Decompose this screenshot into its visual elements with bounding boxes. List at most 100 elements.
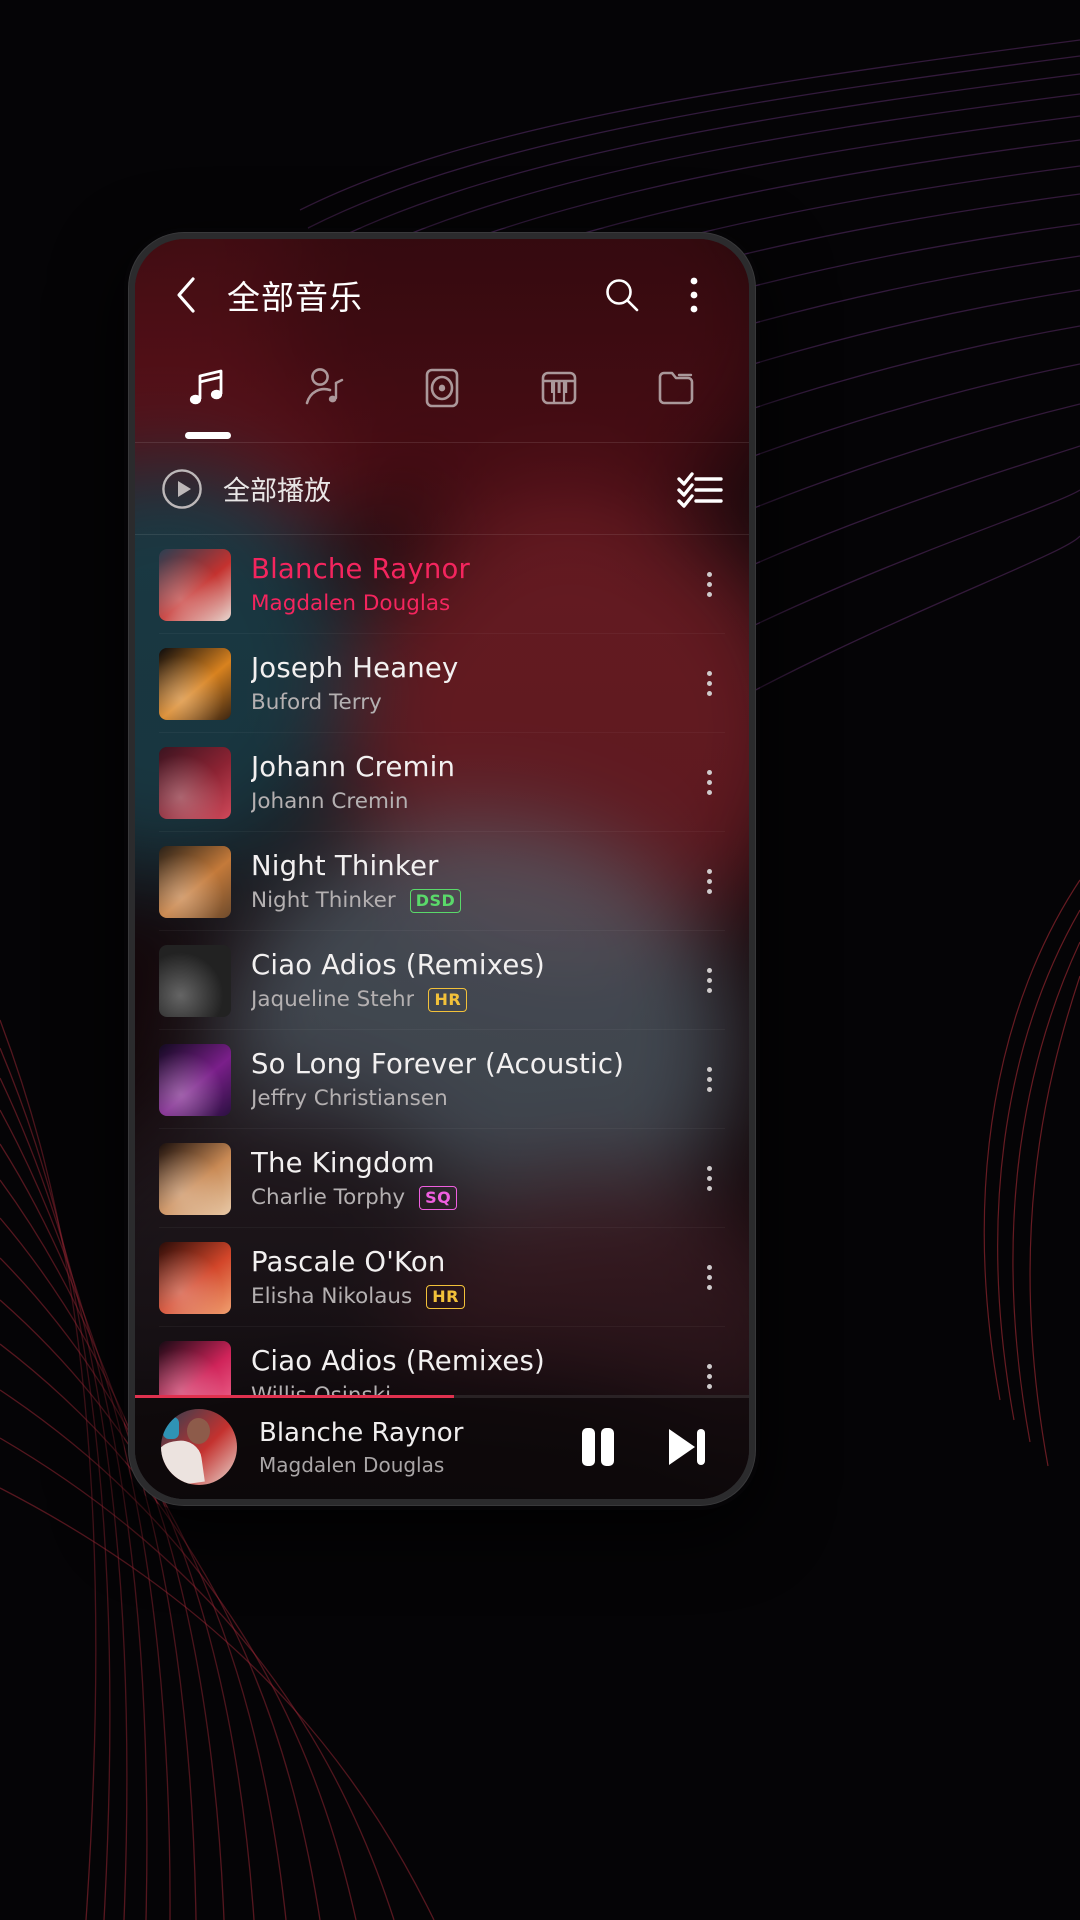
now-playing-title: Blanche Raynor [259,1417,464,1448]
song-meta: So Long Forever (Acoustic) Jeffry Christi… [251,1048,661,1111]
song-row[interactable]: Pascale O'Kon Elisha Nikolaus HR [135,1228,749,1327]
piano-keys-icon [534,363,584,418]
song-artist: Jeffry Christiansen [251,1086,448,1111]
song-row[interactable]: Night Thinker Night Thinker DSD [135,832,749,931]
checklist-icon[interactable] [677,469,723,509]
song-title: Ciao Adios (Remixes) [251,949,545,981]
song-more-icon[interactable] [681,1045,737,1115]
tab-folders[interactable] [618,357,735,443]
song-more-icon[interactable] [681,1342,737,1396]
album-art [159,1340,231,1395]
page-title: 全部音乐 [227,278,363,317]
quality-badge: SQ [419,1185,458,1210]
mini-progress-fill [135,1395,455,1398]
song-more-icon[interactable] [681,1243,737,1313]
more-vertical-icon [706,770,712,795]
song-row[interactable]: So Long Forever (Acoustic) Jeffry Christi… [135,1030,749,1129]
album-art [159,746,231,819]
song-title: Blanche Raynor [251,553,470,585]
song-more-icon[interactable] [681,946,737,1016]
song-row[interactable]: The Kingdom Charlie Torphy SQ [135,1129,749,1228]
song-subline: Johann Cremin [251,789,661,814]
more-vertical-icon [706,869,712,894]
song-title: Joseph Heaney [251,652,459,684]
song-subline: Buford Terry [251,690,661,715]
quality-badge: HR [426,1284,465,1309]
song-row[interactable]: Blanche Raynor Magdalen Douglas [135,535,749,634]
song-title: So Long Forever (Acoustic) [251,1048,625,1080]
song-more-icon[interactable] [681,550,737,620]
song-artist: Elisha Nikolaus [251,1284,413,1309]
search-icon[interactable] [595,268,649,322]
song-more-icon[interactable] [681,847,737,917]
chevron-left-icon[interactable] [163,272,209,318]
music-note-icon [183,363,233,418]
song-meta: Night Thinker Night Thinker DSD [251,850,661,913]
album-art [159,647,231,720]
album-disc-icon [417,363,467,418]
play-all-label: 全部播放 [223,476,331,507]
quality-badge: DSD [409,888,462,913]
song-meta: The Kingdom Charlie Torphy SQ [251,1147,661,1210]
song-more-icon[interactable] [681,1144,737,1214]
pause-icon[interactable] [565,1414,631,1480]
phone-screen: 全部音乐 全部播放 Blanche Raynor Magdalen Dougla… [135,239,749,1499]
song-artist: Johann Cremin [251,789,409,814]
phone-frame: 全部音乐 全部播放 Blanche Raynor Magdalen Dougla… [128,232,756,1506]
more-vertical-icon [706,671,712,696]
tab-divider [135,442,749,443]
tab-albums[interactable] [383,357,500,443]
app-bar: 全部音乐 [135,239,749,351]
song-more-icon[interactable] [681,748,737,818]
more-vertical-icon [706,1166,712,1191]
song-title: The Kingdom [251,1147,435,1179]
now-playing-avatar[interactable] [161,1409,237,1485]
song-title: Johann Cremin [251,751,456,783]
mini-player[interactable]: Blanche Raynor Magdalen Douglas [135,1395,749,1499]
album-art [159,944,231,1017]
song-row[interactable]: Joseph Heaney Buford Terry [135,634,749,733]
tab-strip [135,351,749,443]
song-row[interactable]: Ciao Adios (Remixes) Willis Osinski [135,1327,749,1395]
song-row[interactable]: Johann Cremin Johann Cremin [135,733,749,832]
album-art [159,1241,231,1314]
album-art [159,845,231,918]
song-artist: Charlie Torphy [251,1185,406,1210]
artist-icon [300,363,350,418]
song-subline: Jaqueline Stehr HR [251,987,661,1012]
more-vertical-icon [706,1364,712,1389]
album-art [159,1142,231,1215]
song-meta: Johann Cremin Johann Cremin [251,751,661,814]
song-artist: Willis Osinski [251,1383,391,1395]
song-meta: Joseph Heaney Buford Terry [251,652,661,715]
song-meta: Ciao Adios (Remixes) Willis Osinski [251,1345,661,1395]
song-artist: Night Thinker [251,888,396,913]
play-all-bar[interactable]: 全部播放 [135,443,749,535]
more-vertical-icon [706,1067,712,1092]
song-artist: Buford Terry [251,690,382,715]
tab-genres[interactable] [501,357,618,443]
tab-songs[interactable] [149,357,266,443]
more-vertical-icon [706,572,712,597]
play-circle-icon[interactable] [161,468,203,510]
album-art [159,1043,231,1116]
song-subline: Willis Osinski [251,1383,661,1395]
album-art [159,548,231,621]
screen-root: 全部音乐 全部播放 Blanche Raynor Magdalen Dougla… [0,0,1080,1920]
tab-active-underline [184,432,231,439]
more-vertical-icon[interactable] [667,268,721,322]
more-vertical-icon [706,1265,712,1290]
next-track-icon[interactable] [653,1414,719,1480]
folder-icon [651,363,701,418]
song-row[interactable]: Ciao Adios (Remixes) Jaqueline Stehr HR [135,931,749,1030]
song-subline: Elisha Nikolaus HR [251,1284,661,1309]
more-vertical-icon [706,968,712,993]
song-meta: Ciao Adios (Remixes) Jaqueline Stehr HR [251,949,661,1012]
song-subline: Magdalen Douglas [251,591,661,616]
now-playing-meta: Blanche Raynor Magdalen Douglas [259,1418,543,1477]
song-more-icon[interactable] [681,649,737,719]
song-meta: Pascale O'Kon Elisha Nikolaus HR [251,1246,661,1309]
song-subline: Charlie Torphy SQ [251,1185,661,1210]
song-list[interactable]: Blanche Raynor Magdalen Douglas Joseph Hea… [135,535,749,1395]
tab-artists[interactable] [266,357,383,443]
